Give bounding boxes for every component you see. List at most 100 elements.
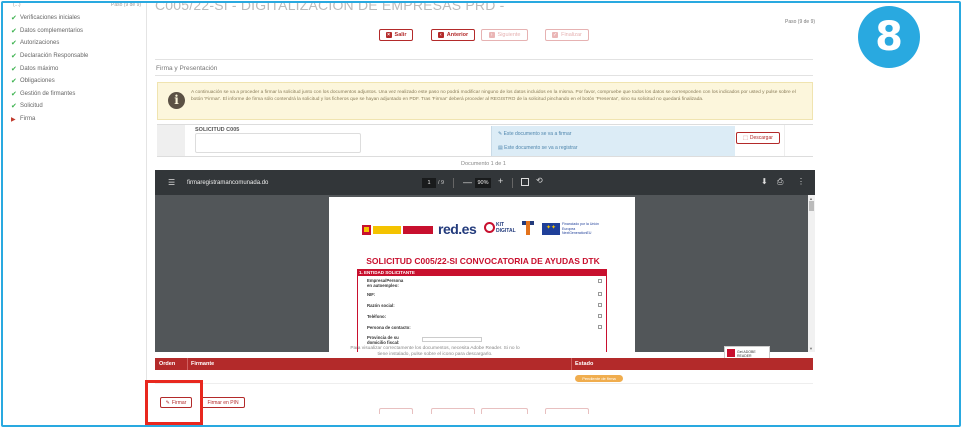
column-divider (187, 358, 188, 370)
check-icon: ✔ (11, 53, 17, 61)
sidebar-divider (146, 3, 147, 425)
pdf-filename: firmaregistramancomunada.do (187, 180, 269, 186)
sidebar-item-datos-complementarios[interactable]: ✔ Datos complementarios (11, 25, 88, 38)
step-number-badge: 8 (858, 6, 920, 68)
page-number-input[interactable]: 1 (422, 178, 436, 188)
document-info-registrar-label: Este documento se va a registrar (504, 145, 578, 151)
sidebar-item-solicitud[interactable]: ✔ Solicitud (11, 100, 88, 113)
government-logo (362, 225, 434, 235)
zoom-out-button[interactable]: — (463, 177, 472, 187)
firmar-pin-button[interactable]: Firmar en PIN (201, 397, 245, 408)
sidebar-item-gestion-firmantes[interactable]: ✔ Gestión de firmantes (11, 88, 88, 101)
descargar-button[interactable]: ⬚ Descargar (736, 132, 780, 144)
check-icon: ✔ (11, 65, 17, 73)
download-icon: ⬚ (743, 135, 748, 141)
sidebar-item-label: Gestión de firmantes (20, 90, 76, 97)
pdf-form-area: Empresa/Persona en autoempleo: NIF: Razó… (357, 276, 607, 352)
sidebar-item-label: Declaración Responsable (20, 53, 89, 60)
document-row: SOLICITUD C005 ✎ Este documento se va a … (157, 124, 813, 157)
column-header-estado: Estado (575, 361, 594, 367)
table-row (155, 370, 813, 384)
salir-label: Salir (394, 32, 407, 38)
check-icon: ✓ (552, 32, 559, 38)
file-icon: ▤ (498, 145, 503, 151)
sidebar-item-label: Firma (20, 116, 36, 123)
page-title: C005/22-SI - DIGITALIZACIÓN DE EMPRESAS … (155, 1, 505, 13)
document-info-panel: ✎ Este documento se va a firmar ▤ Este d… (491, 126, 735, 156)
rotate-icon[interactable]: ⟲ (536, 176, 543, 185)
pdf-scrollbar[interactable]: ▲ ▼ (808, 195, 815, 352)
ministry-band (403, 226, 433, 234)
sidebar: (...) Paso (9 de 9) ✔ Verificaciones inic… (7, 3, 147, 425)
divider (155, 59, 813, 60)
pdf-document-title: SOLICITUD C005/22-SI CONVOCATORIA DE AYU… (366, 256, 600, 266)
menu-icon[interactable]: ☰ (168, 178, 175, 187)
sidebar-item-label: Autorizaciones (20, 40, 60, 47)
download-icon[interactable]: ⬇ (761, 177, 768, 186)
document-count: Documento 1 de 1 (461, 161, 506, 167)
kit-digital-mark (484, 222, 495, 233)
salir-button[interactable]: × Salir (379, 29, 413, 41)
field-label-razon-social: Razón social: (367, 303, 395, 308)
column-divider (571, 358, 572, 370)
field-label-telefono: Teléfono: (367, 314, 387, 319)
scrollbar-thumb[interactable] (809, 201, 814, 211)
adobe-icon (727, 349, 735, 357)
sidebar-item-label: Obligaciones (20, 78, 55, 85)
finalizar-label: Finalizar (561, 32, 582, 38)
more-options-icon[interactable]: ⋮ (797, 177, 805, 186)
sidebar-steps: ✔ Verificaciones iniciales ✔ Datos complem… (11, 12, 88, 125)
sidebar-item-autorizaciones[interactable]: ✔ Autorizaciones (11, 37, 88, 50)
pdf-page: red.es KIT DIGITAL ✦✦ Financiado por la … (329, 197, 635, 352)
siguiente-button[interactable]: › Siguiente (481, 29, 528, 41)
adobe-hint: Para visualizar correctamente los docume… (350, 346, 520, 357)
document-row-cell (157, 125, 185, 156)
check-icon: ✔ (11, 103, 17, 111)
warning-text: A continuación se va a proceder a firmar… (191, 90, 796, 103)
adobe-label: Get ADOBE READER (737, 350, 756, 358)
bottom-anterior-button[interactable] (431, 408, 475, 414)
document-info-firmar-label: Este documento se va a firmar (503, 131, 572, 137)
fit-page-icon[interactable] (521, 178, 529, 186)
info-icon: i (168, 92, 185, 109)
column-header-firmante: Firmante (191, 361, 215, 367)
bottom-siguiente-button[interactable] (481, 408, 528, 414)
divider (155, 75, 813, 76)
document-info-firmar: ✎ Este documento se va a firmar (498, 131, 571, 137)
sidebar-top-left: (...) (13, 2, 21, 8)
bottom-salir-button[interactable] (379, 408, 413, 414)
eu-funding-text: Financiado por la Unión Europea NextGene… (562, 222, 599, 235)
anterior-label: Anterior (446, 32, 469, 38)
finalizar-button[interactable]: ✓ Finalizar (545, 29, 589, 41)
document-row-divider (784, 125, 785, 156)
warning-alert: i A continuación se va a proceder a firm… (157, 82, 813, 120)
sidebar-item-verificaciones[interactable]: ✔ Verificaciones iniciales (11, 12, 88, 25)
field-checkbox (598, 325, 602, 329)
check-icon: ✔ (11, 40, 17, 48)
arrow-right-icon: ▶ (11, 116, 16, 123)
pdf-viewer[interactable]: ☰ firmaregistramancomunada.do 1 / 9 — 90… (155, 170, 815, 352)
sidebar-item-label: Verificaciones iniciales (20, 15, 81, 22)
zoom-in-button[interactable]: + (498, 176, 503, 186)
sidebar-item-declaracion[interactable]: ✔ Declaración Responsable (11, 50, 88, 63)
sidebar-item-datos-maximo[interactable]: ✔ Datos máximo (11, 62, 88, 75)
anterior-button[interactable]: ‹ Anterior (431, 29, 475, 41)
section-title: Firma y Presentación (156, 65, 218, 72)
print-icon[interactable]: ⎙ (777, 177, 783, 187)
eu-stars: ✦✦ (546, 225, 557, 231)
check-icon: ✔ (11, 15, 17, 23)
descargar-label: Descargar (749, 135, 773, 141)
sidebar-topline: (...) Paso (9 de 9) (7, 3, 145, 8)
zoom-input[interactable]: 90% (475, 178, 491, 188)
kit-digital-text: KIT DIGITAL (496, 222, 516, 234)
bottom-finalizar-button[interactable] (545, 408, 589, 414)
highlight-box (145, 380, 203, 425)
sidebar-item-obligaciones[interactable]: ✔ Obligaciones (11, 75, 88, 88)
scroll-down-icon[interactable]: ▼ (809, 346, 813, 351)
edit-icon: ✎ (498, 131, 503, 137)
field-label-nif: NIF: (367, 292, 376, 297)
sidebar-item-label: Datos complementarios (20, 27, 84, 34)
logo-part (526, 221, 530, 235)
sidebar-top-right: Paso (9 de 9) (111, 2, 142, 8)
sidebar-item-firma[interactable]: ▶ Firma (11, 113, 88, 126)
